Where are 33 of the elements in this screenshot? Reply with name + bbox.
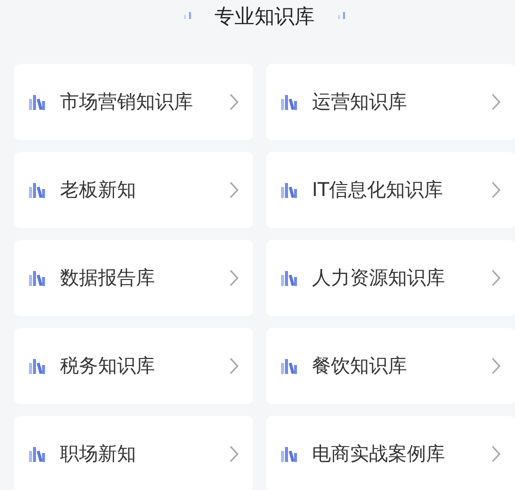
books-icon: [280, 270, 300, 286]
chevron-right-icon: [229, 93, 239, 111]
chevron-right-icon: [491, 93, 501, 111]
bar-decoration-icon: [336, 11, 346, 21]
books-icon: [280, 182, 300, 198]
knowledge-base-card[interactable]: 职场新知: [14, 416, 253, 490]
knowledge-base-card[interactable]: 数据报告库: [14, 240, 253, 316]
books-icon: [280, 446, 300, 462]
chevron-right-icon: [491, 269, 501, 287]
knowledge-base-card[interactable]: 人力资源知识库: [266, 240, 515, 316]
knowledge-base-card[interactable]: 餐饮知识库: [266, 328, 515, 404]
books-icon: [28, 94, 48, 110]
books-icon: [28, 270, 48, 286]
chevron-right-icon: [229, 269, 239, 287]
knowledge-base-card[interactable]: 运营知识库: [266, 64, 515, 140]
bar-decoration-icon: [182, 11, 192, 21]
chevron-right-icon: [229, 357, 239, 375]
section-title: 专业知识库: [214, 2, 314, 30]
knowledge-base-card[interactable]: 市场营销知识库: [14, 64, 253, 140]
chevron-right-icon: [491, 445, 501, 463]
knowledge-base-card[interactable]: 电商实战案例库: [266, 416, 515, 490]
knowledge-base-card[interactable]: 老板新知: [14, 152, 253, 228]
books-icon: [280, 358, 300, 374]
books-icon: [28, 182, 48, 198]
books-icon: [28, 446, 48, 462]
books-icon: [28, 358, 48, 374]
books-icon: [280, 94, 300, 110]
chevron-right-icon: [491, 357, 501, 375]
chevron-right-icon: [229, 445, 239, 463]
chevron-right-icon: [491, 181, 501, 199]
chevron-right-icon: [229, 181, 239, 199]
knowledge-base-card[interactable]: IT信息化知识库: [266, 152, 515, 228]
knowledge-base-card[interactable]: 税务知识库: [14, 328, 253, 404]
